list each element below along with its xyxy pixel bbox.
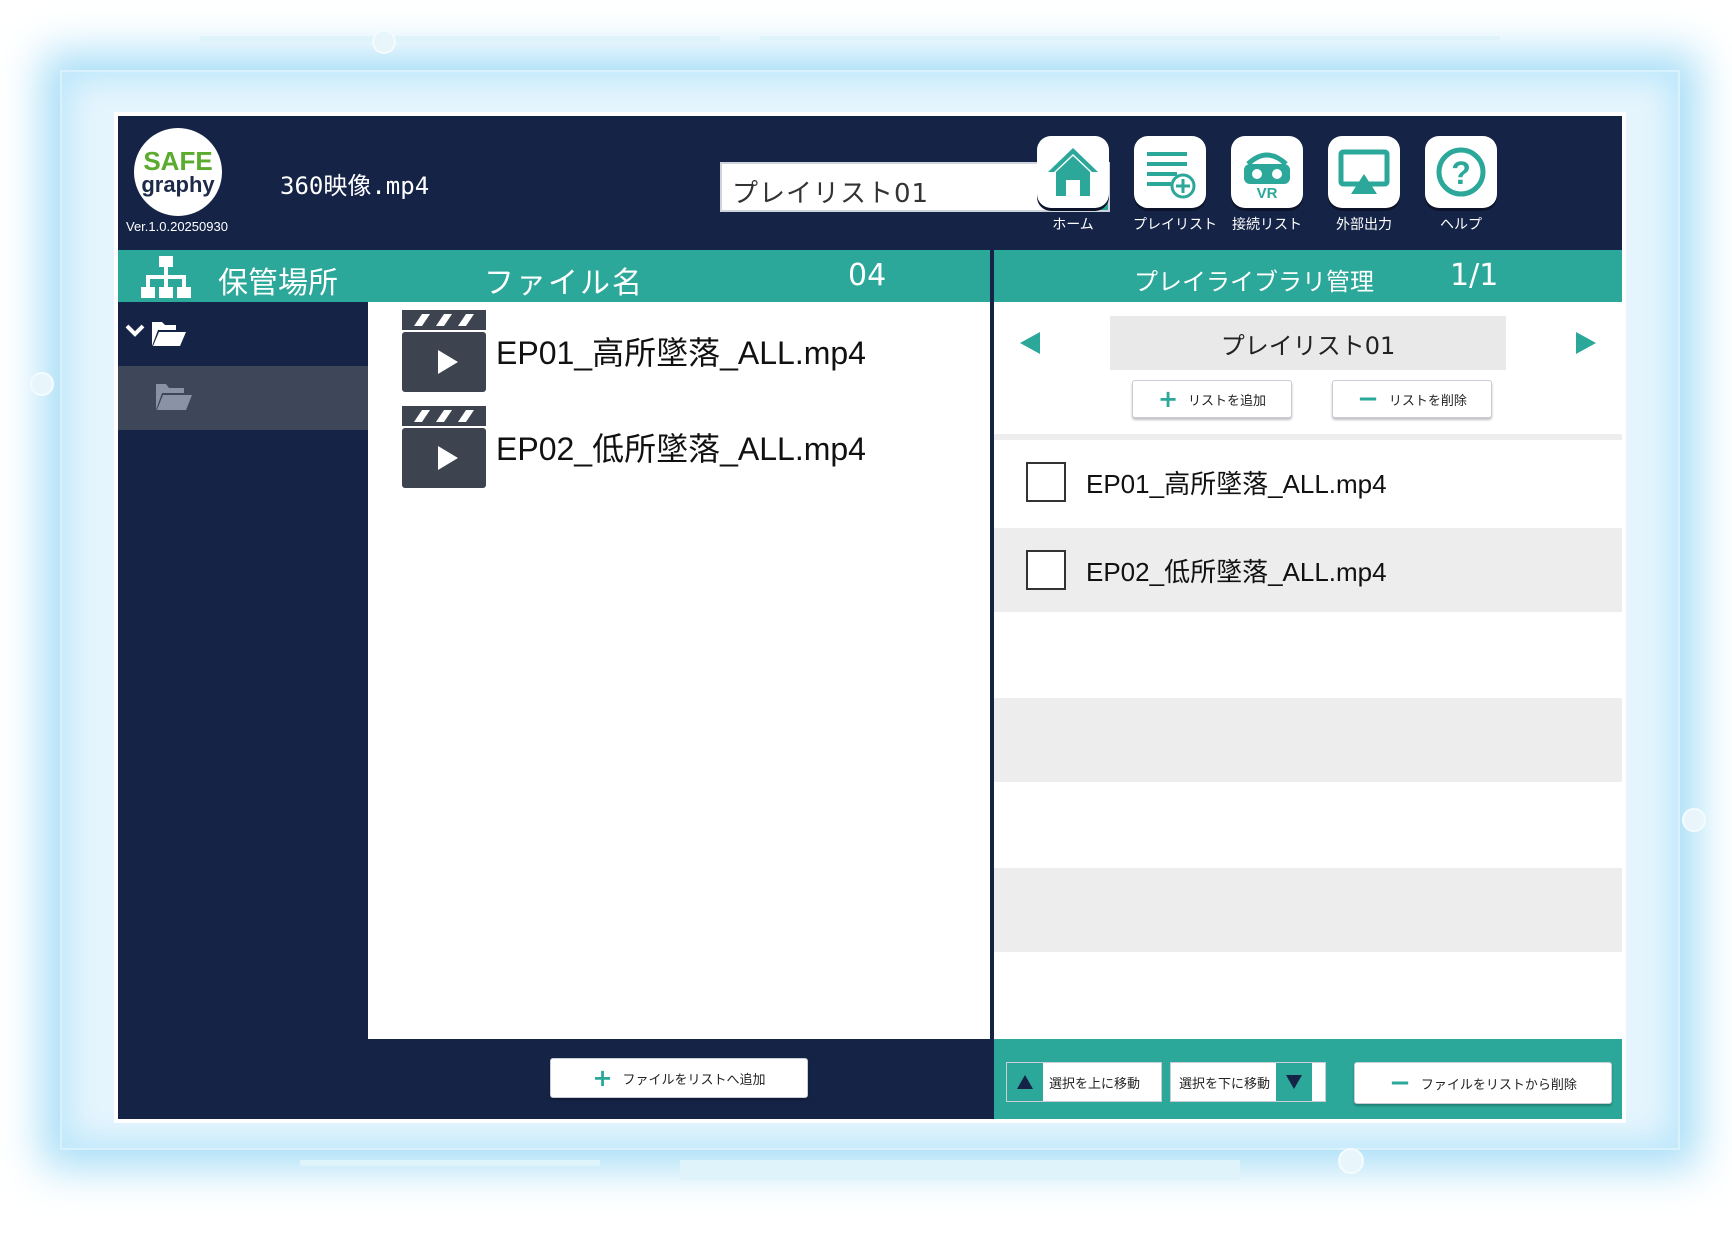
playlist-row[interactable]: EP02_低所墜落_ALL.mp4 [994,528,1622,612]
nav-playlist-label: プレイリスト [1133,217,1217,233]
nav-help-label: ヘルプ [1440,217,1482,233]
delete-list-label: リストを削除 [1388,393,1467,409]
monitor-icon [1328,136,1400,208]
video-clapper-icon [402,404,486,492]
nav-home-label: ホーム [1052,217,1094,233]
version-label: Ver.1.0.20250930 [126,219,228,234]
nav-help-button[interactable]: ? ヘルプ [1424,136,1498,234]
frame-deco-line [760,36,1500,40]
current-file-title: 360映像.mp4 [280,172,430,200]
video-clapper-icon [402,308,486,396]
playlist-dropdown-value: プレイリスト01 [732,179,930,209]
playlist-row-empty [994,612,1622,696]
plus-icon: + [592,1064,613,1092]
help-icon: ? [1425,136,1497,208]
file-count: 04 [848,258,887,293]
frame-deco-line [300,1160,600,1166]
vr-headset-icon: VR [1231,136,1303,208]
next-playlist-arrow-icon[interactable] [1574,330,1598,360]
move-down-button[interactable]: 選択を下に移動 [1170,1062,1326,1102]
frame-deco-dot [1682,808,1706,832]
playlist-row-empty [994,698,1622,782]
storage-location-label: 保管場所 [218,266,338,301]
minus-icon: − [1389,1068,1411,1098]
nav-connection-list-label: 接続リスト [1232,217,1302,233]
file-item[interactable]: EP01_高所墜落_ALL.mp4 [402,308,962,392]
file-browser-header: 保管場所 ファイル名 04 [118,250,990,302]
triangle-up-icon [1007,1063,1043,1101]
logo-line2: graphy [141,172,215,197]
frame-deco-dot [1338,1148,1364,1174]
play-library-title: プレイライブラリ管理 [1134,268,1374,296]
logo-line1: SAFE [143,146,213,176]
plus-icon: + [1157,385,1179,413]
delete-list-button[interactable]: − リストを削除 [1332,380,1492,418]
playlist-add-icon [1134,136,1206,208]
playlist-row-empty [994,868,1622,952]
nav-home-button[interactable]: ホーム [1036,136,1110,234]
prev-playlist-arrow-icon[interactable] [1018,330,1042,360]
frame-deco-line [680,1160,1240,1180]
move-down-label: 選択を下に移動 [1179,1076,1271,1092]
frame-deco-dot [30,372,54,396]
playlist-name: プレイリスト01 [1110,316,1506,370]
move-up-label: 選択を上に移動 [1049,1076,1141,1092]
home-icon [1037,136,1109,208]
frame-deco-dot [372,30,396,54]
file-item[interactable]: EP02_低所墜落_ALL.mp4 [402,404,962,488]
triangle-down-icon [1276,1063,1313,1101]
page-indicator: 1/1 [1450,258,1499,293]
nav-playlist-button[interactable]: プレイリスト [1133,136,1217,234]
row-checkbox[interactable] [1026,550,1066,590]
add-list-button[interactable]: + リストを追加 [1132,380,1292,418]
playlist-panel: プレイリスト01 + リストを追加 − リストを削除 EP01_高所墜落_ALL… [994,302,1622,1039]
file-list-panel: EP01_高所墜落_ALL.mp4 EP02_低所墜落_ALL.mp4 [368,302,990,1039]
nav-connection-list-button[interactable]: VR 接続リスト [1230,136,1304,234]
file-name: EP01_高所墜落_ALL.mp4 [496,335,866,371]
svg-text:VR: VR [1257,185,1278,200]
playlist-row-name: EP01_高所墜落_ALL.mp4 [1086,469,1387,499]
folder-open-icon [154,380,194,418]
file-list-footer: + ファイルをリストへ追加 [368,1039,990,1119]
svg-text:?: ? [1451,155,1471,191]
add-list-label: リストを追加 [1188,393,1267,409]
nav-external-output-button[interactable]: 外部出力 [1327,136,1401,234]
hierarchy-icon [140,254,192,306]
file-name-column-label: ファイル名 [484,266,644,301]
row-checkbox[interactable] [1026,462,1066,502]
playlist-row[interactable]: EP01_高所墜落_ALL.mp4 [994,440,1622,524]
safegraphy-logo: SAFE graphy [134,128,222,216]
minus-icon: − [1357,384,1379,414]
playlist-footer: 選択を上に移動 選択を下に移動 − ファイルをリストから削除 [994,1039,1622,1119]
folder-tree [118,302,368,1119]
playlist-row-name: EP02_低所墜落_ALL.mp4 [1086,557,1387,587]
add-file-to-list-label: ファイルをリストへ追加 [622,1072,766,1088]
tree-subfolder-item[interactable] [118,366,368,430]
file-name: EP02_低所墜落_ALL.mp4 [496,431,866,467]
tree-root-folder[interactable] [124,314,188,354]
move-up-button[interactable]: 選択を上に移動 [1006,1062,1162,1102]
app-screen: SAFE graphy Ver.1.0.20250930 360映像.mp4 プ… [118,116,1622,1119]
add-file-to-list-button[interactable]: + ファイルをリストへ追加 [550,1058,808,1098]
playlist-row-empty [994,782,1622,866]
play-library-header: プレイライブラリ管理 1/1 [994,250,1622,302]
frame-deco-line [200,36,720,42]
remove-file-from-list-label: ファイルをリストから削除 [1420,1077,1577,1093]
remove-file-from-list-button[interactable]: − ファイルをリストから削除 [1354,1062,1612,1104]
nav-external-output-label: 外部出力 [1336,217,1392,233]
